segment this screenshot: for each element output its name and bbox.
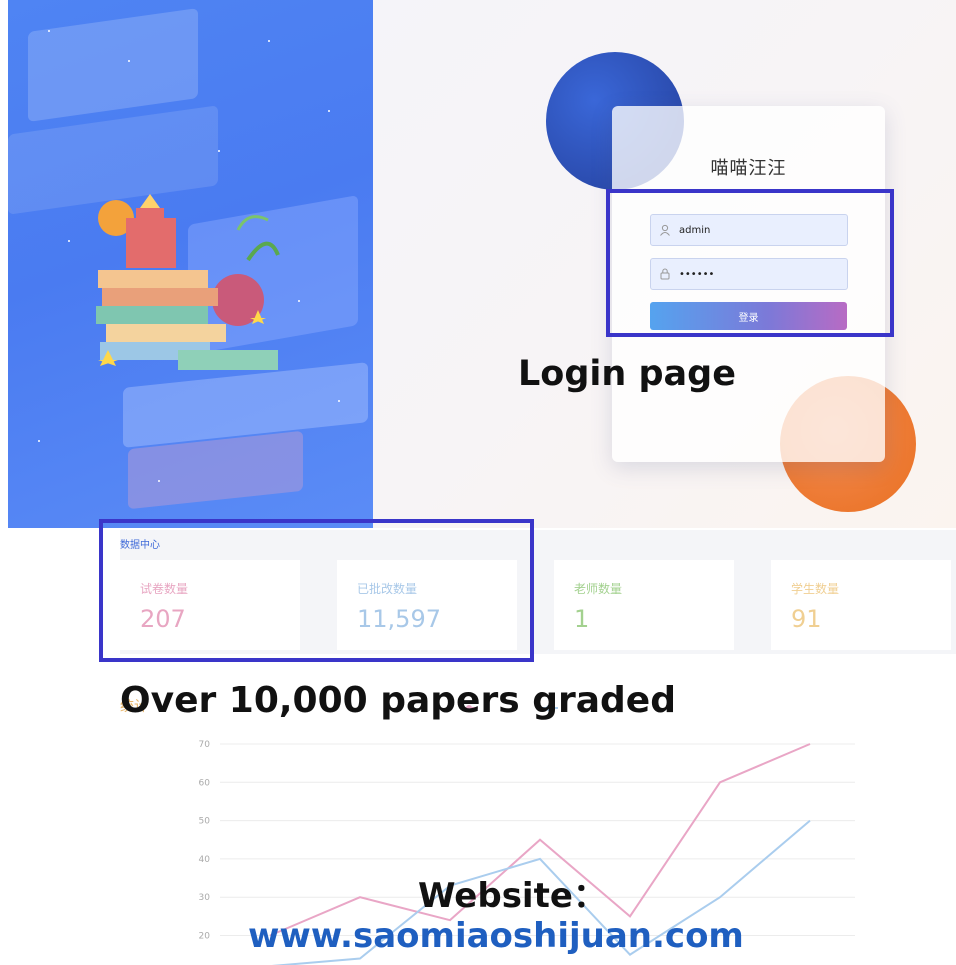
stat-value: 1 <box>574 605 590 633</box>
y-tick-label: 70 <box>199 740 211 750</box>
y-tick-label: 30 <box>199 893 211 903</box>
graded-caption: Over 10,000 papers graded <box>120 680 676 721</box>
y-tick-label: 50 <box>199 817 211 827</box>
login-title: 喵喵汪汪 <box>710 158 787 179</box>
website-url[interactable]: www.saomiaoshijuan.com <box>248 916 744 956</box>
stat-value: 91 <box>791 605 822 633</box>
stat-card-teachers: 老师数量 1 <box>554 560 734 650</box>
y-tick-label: 20 <box>199 932 211 942</box>
y-tick-label: 40 <box>199 855 211 865</box>
books-illustration <box>96 194 280 370</box>
stat-label: 老师数量 <box>574 582 623 596</box>
login-caption: Login page <box>518 354 736 394</box>
illustration-panel <box>8 0 373 528</box>
login-highlight-box <box>606 189 894 337</box>
website-label: Website： <box>418 876 607 916</box>
data-center-highlight-box <box>99 519 534 662</box>
stat-label: 学生数量 <box>791 582 840 596</box>
y-tick-label: 60 <box>199 778 211 788</box>
stat-card-students: 学生数量 91 <box>771 560 951 650</box>
